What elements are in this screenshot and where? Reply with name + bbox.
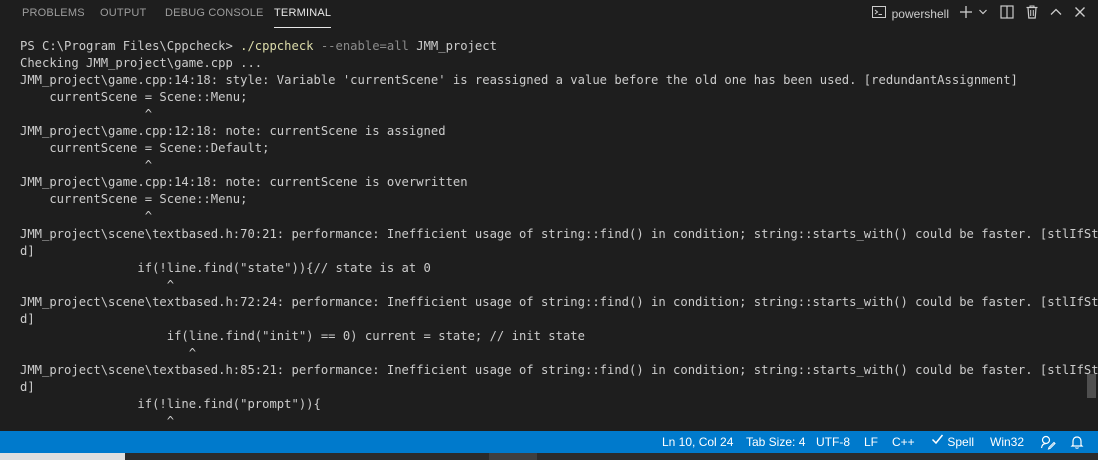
terminal-line: JMM_project\scene\textbased.h:70:21: per… [20,227,1098,241]
language-mode[interactable]: C++ [892,431,915,453]
notifications-button[interactable] [1069,434,1085,450]
split-terminal-button[interactable] [999,3,1015,25]
terminal-line: d] [20,380,35,394]
terminal-line: currentScene = Scene::Menu; [20,192,248,206]
maximize-panel-button[interactable] [1048,3,1064,25]
terminal-line: JMM_project\game.cpp:14:18: note: curren… [20,175,468,189]
panel-tab-bar: PROBLEMS OUTPUT DEBUG CONSOLE TERMINAL p… [0,0,1098,28]
terminal-command: ./cppcheck [240,39,314,53]
terminal-output[interactable]: PS C:\Program Files\Cppcheck> ./cppcheck… [0,34,1098,430]
terminal-scrollbar-thumb[interactable] [1087,374,1096,398]
terminal-line: ^ [20,278,175,292]
check-icon [931,430,944,452]
terminal-line: JMM_project\scene\textbased.h:72:24: per… [20,295,1098,309]
terminal-line: JMM_project\scene\textbased.h:85:21: per… [20,363,1098,377]
close-icon [1072,4,1088,25]
terminal-line: if(!line.find("prompt")){ [20,397,321,411]
terminal-line: ^ [20,346,197,360]
trash-icon [1024,4,1040,25]
terminal-line: Checking JMM_project\game.cpp ... [20,56,263,70]
terminal-prompt: PS C:\Program Files\Cppcheck> [20,39,241,53]
terminal-line: if(line.find("init") == 0) current = sta… [20,329,585,343]
terminal-line: ^ [20,107,153,121]
terminal-line: JMM_project\game.cpp:12:18: note: curren… [20,124,446,138]
taskbar-segment [489,453,537,460]
terminal-icon [871,4,887,25]
plus-icon [958,4,974,25]
tab-problems[interactable]: PROBLEMS [22,0,97,28]
status-bar: Ln 10, Col 24 Tab Size: 4 UTF-8 LF C++ S… [0,431,1098,453]
terminal-command-line: PS C:\Program Files\Cppcheck> ./cppcheck… [20,38,497,55]
platform[interactable]: Win32 [990,431,1024,453]
terminal-line: d] [20,244,35,258]
tab-debug-console[interactable]: DEBUG CONSOLE [165,0,276,28]
file-encoding[interactable]: UTF-8 [816,431,850,453]
new-terminal-button[interactable] [958,3,974,25]
spell-label: Spell [947,435,975,449]
bell-icon [1069,436,1085,453]
tab-terminal[interactable]: TERMINAL [274,0,332,28]
split-icon [999,4,1015,25]
terminal-line: JMM_project\game.cpp:14:18: style: Varia… [20,73,1018,87]
terminal-line: ^ [20,158,153,172]
terminal-line: ^ [20,209,153,223]
tab-size[interactable]: Tab Size: 4 [746,431,805,453]
feedback-button[interactable] [1040,434,1056,450]
os-taskbar [0,453,1098,460]
terminal-line: ^ [20,414,175,428]
launch-profile-dropdown[interactable] [978,3,988,25]
shell-name: powershell [891,7,949,21]
chevron-down-icon [978,4,988,25]
shell-selector[interactable]: powershell [871,3,949,25]
terminal-line: if(!line.find("state")){// state is at 0 [20,261,431,275]
kill-terminal-button[interactable] [1024,3,1040,25]
terminal-line: d] [20,312,35,326]
chevron-up-icon [1048,4,1064,25]
feedback-icon [1040,435,1056,453]
tab-output[interactable]: OUTPUT [100,0,158,28]
end-of-line[interactable]: LF [864,431,878,453]
terminal-command-argument: JMM_project [408,39,497,53]
terminal-line: currentScene = Scene::Menu; [20,90,248,104]
taskbar-segment [0,453,125,460]
terminal-command-option: --enable=all [313,39,409,53]
terminal-line: currentScene = Scene::Default; [20,141,270,155]
close-panel-button[interactable] [1072,3,1088,25]
spell-check[interactable]: Spell [931,431,974,453]
cursor-position[interactable]: Ln 10, Col 24 [662,431,733,453]
